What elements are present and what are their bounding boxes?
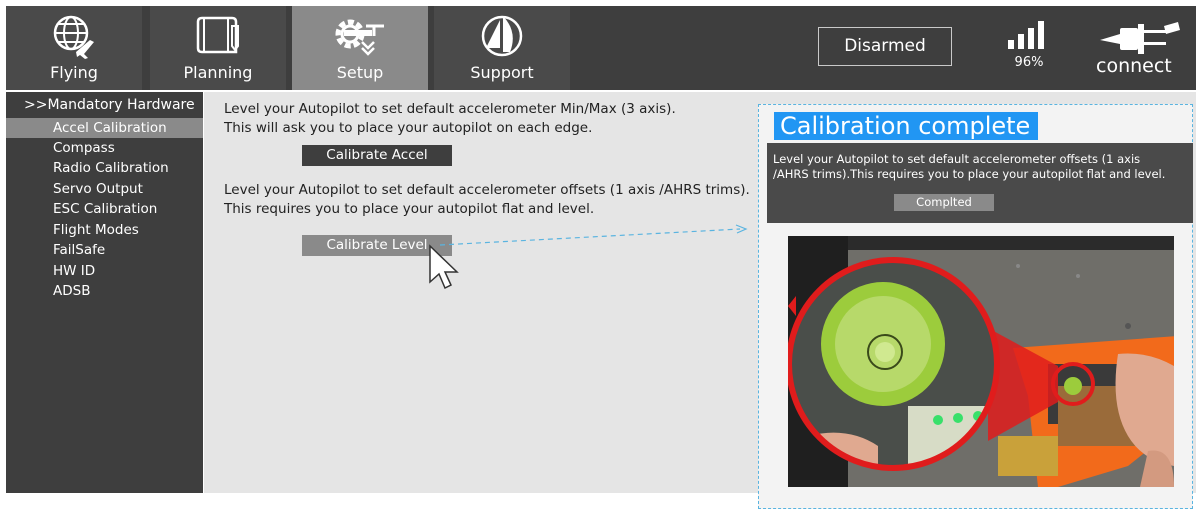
dialog-message-line-2: /AHRS trims).This requires you to place …: [773, 167, 1166, 181]
calibration-complete-title: Calibration complete: [774, 112, 1039, 140]
level-bubble-photo: [788, 236, 1174, 487]
dialog-message: Level your Autopilot to set default acce…: [773, 152, 1189, 182]
mouse-cursor-icon: [429, 244, 459, 290]
completed-button[interactable]: Complted: [894, 194, 994, 211]
calibration-dialog: Level your Autopilot to set default acce…: [767, 143, 1193, 223]
calibration-callout: Calibration complete Level your Autopilo…: [758, 104, 1193, 509]
dialog-message-line-1: Level your Autopilot to set default acce…: [773, 152, 1141, 166]
